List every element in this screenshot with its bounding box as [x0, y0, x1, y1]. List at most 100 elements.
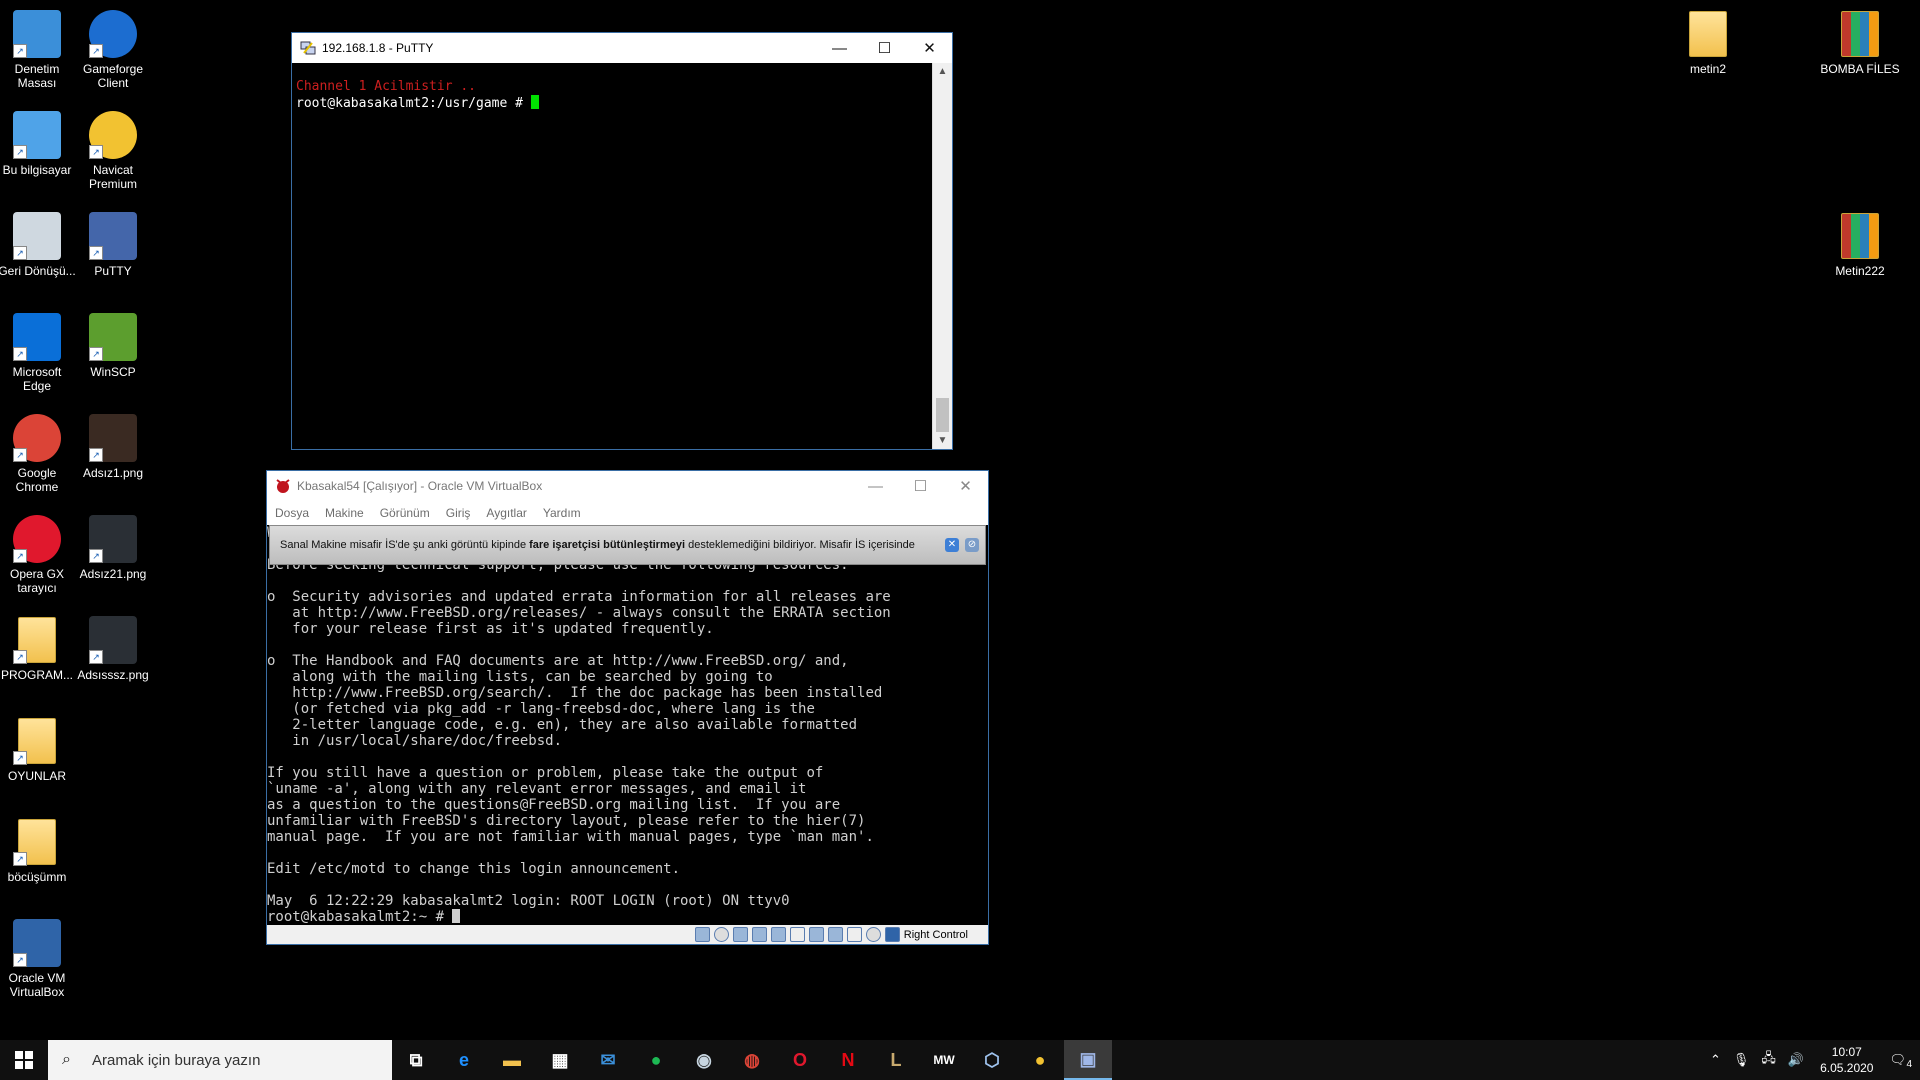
close-button[interactable]: ✕ [943, 471, 988, 501]
opera-icon[interactable]: O [776, 1040, 824, 1080]
virtualbox-window[interactable]: Kbasakal54 [Çalışıyor] - Oracle VM Virtu… [267, 471, 988, 944]
menu-item[interactable]: Yardım [543, 506, 581, 520]
app-glyph: ▦ [551, 1049, 569, 1070]
store-icon[interactable]: ▦ [536, 1040, 584, 1080]
league-icon[interactable]: L [872, 1040, 920, 1080]
start-button[interactable] [0, 1040, 48, 1080]
host-key-icon [884, 927, 900, 942]
chevron-up-icon[interactable]: ⌃ [1710, 1052, 1721, 1068]
putty-scrollbar[interactable]: ▲ ▼ [932, 63, 952, 449]
maximize-button[interactable]: ☐ [898, 471, 943, 501]
notice-text: Sanal Makine misafir İS'de şu anki görün… [280, 539, 530, 551]
console-line: If you still have a question or problem,… [267, 765, 824, 781]
notification-count: 4 [1906, 1059, 1912, 1070]
app-glyph: ▬ [503, 1049, 521, 1070]
virtualbox-icon[interactable]: ⬡ [968, 1040, 1016, 1080]
optical-drive-icon[interactable] [713, 927, 729, 942]
volume-icon[interactable]: 🔊 [1788, 1052, 1804, 1068]
menu-item[interactable]: Görünüm [380, 506, 430, 520]
notifications-icon[interactable]: 🗨 4 [1889, 1052, 1912, 1070]
console-line: May 6 12:22:29 kabasakalmt2 login: ROOT … [267, 893, 790, 909]
desktop-icon[interactable]: ↗ Geri Dönüşü... [0, 212, 77, 278]
desktop-icon-bomba-files[interactable]: BOMBA FİLES [1820, 10, 1900, 76]
desktop-icon-label: Adsısssz.png [77, 668, 149, 682]
menu-item[interactable]: Makine [325, 506, 364, 520]
menu-item[interactable]: Dosya [275, 506, 309, 520]
desktop-icon[interactable]: ↗ PuTTY [73, 212, 153, 278]
putty-titlebar[interactable]: 192.168.1.8 - PuTTY — ☐ ✕ [292, 33, 952, 63]
vm-console[interactable]: Welcome to FreeBSD!Before seeking techni… [267, 525, 988, 925]
archive-icon [1836, 10, 1884, 58]
desktop-icon[interactable]: ↗ böcüşümm [0, 818, 77, 884]
desktop-icon-metin2[interactable]: metin2 [1668, 10, 1748, 76]
desktop-icon[interactable]: ↗ Adsız21.png [73, 515, 153, 581]
maximize-button[interactable]: ☐ [862, 33, 907, 63]
chrome-icon[interactable]: ◍ [728, 1040, 776, 1080]
usb-icon[interactable] [770, 927, 786, 942]
desktop-icon[interactable]: ↗ WinSCP [73, 313, 153, 379]
mail-icon[interactable]: ✉ [584, 1040, 632, 1080]
task-view-icon[interactable]: ⧉ [392, 1040, 440, 1080]
app-glyph: N [841, 1049, 855, 1070]
menu-item[interactable]: Giriş [446, 506, 471, 520]
minimize-button[interactable]: — [853, 471, 898, 501]
scroll-thumb[interactable] [936, 398, 949, 432]
spotify-icon[interactable]: ● [632, 1040, 680, 1080]
clock[interactable]: 10:07 6.05.2020 [1820, 1044, 1873, 1076]
notice-close-icon[interactable]: ✕ [945, 538, 959, 552]
microphone-icon[interactable]: 🎙 [1733, 1052, 1750, 1068]
desktop-icon[interactable]: ↗ Navicat Premium [73, 111, 153, 191]
steam-icon[interactable]: ◉ [680, 1040, 728, 1080]
shortcut-arrow-icon: ↗ [13, 852, 27, 866]
file-explorer-icon[interactable]: ▬ [488, 1040, 536, 1080]
desktop-icon[interactable]: ↗ Denetim Masası [0, 10, 77, 90]
search-box[interactable]: ⌕ Aramak için buraya yazın [48, 1040, 392, 1080]
desktop-icon[interactable]: ↗ OYUNLAR [0, 717, 77, 783]
scroll-up-icon[interactable]: ▲ [933, 63, 952, 80]
network-icon[interactable] [751, 927, 767, 942]
menu-item[interactable]: Aygıtlar [486, 506, 526, 520]
display-icon[interactable] [808, 927, 824, 942]
desktop-icon[interactable]: ↗ Google Chrome [0, 414, 77, 494]
harddisk-icon[interactable] [694, 927, 710, 942]
mouse-integration-icon[interactable] [846, 927, 862, 942]
vbox-titlebar[interactable]: Kbasakal54 [Çalışıyor] - Oracle VM Virtu… [267, 471, 988, 501]
putty-icon[interactable]: ▣ [1064, 1040, 1112, 1080]
desktop-icon-metin222[interactable]: Metin222 [1820, 212, 1900, 278]
shortcut-arrow-icon: ↗ [89, 650, 103, 664]
recording-icon[interactable] [827, 927, 843, 942]
console-line: Edit /etc/motd to change this login anno… [267, 861, 681, 877]
edge-icon[interactable]: e [440, 1040, 488, 1080]
navicat-icon[interactable]: ● [1016, 1040, 1064, 1080]
desktop-icon[interactable]: ↗ PROGRAM... [0, 616, 77, 682]
notice-mute-icon[interactable]: ⊘ [965, 538, 979, 552]
audio-icon[interactable] [732, 927, 748, 942]
shortcut-arrow-icon: ↗ [89, 347, 103, 361]
app-glyph: L [890, 1049, 902, 1070]
desktop-icon[interactable]: ↗ Bu bilgisayar [0, 111, 77, 177]
desktop-icon[interactable]: ↗ Adsısssz.png [73, 616, 153, 682]
computer-icon: ↗ [13, 111, 61, 159]
scroll-down-icon[interactable]: ▼ [933, 432, 952, 449]
desktop-icon[interactable]: ↗ Adsız1.png [73, 414, 153, 480]
shared-folders-icon[interactable] [789, 927, 805, 942]
desktop-icon[interactable]: ↗ Opera GX tarayıcı [0, 515, 77, 595]
desktop-icon[interactable]: ↗ Microsoft Edge [0, 313, 77, 393]
network-icon[interactable]: 🖧 [1761, 1049, 1776, 1071]
shortcut-arrow-icon: ↗ [89, 145, 103, 159]
close-button[interactable]: ✕ [907, 33, 952, 63]
mw-icon[interactable]: MW [920, 1040, 968, 1080]
cpu-icon[interactable] [865, 927, 881, 942]
putty-terminal[interactable]: Channel 1 Acilmistir .. root@kabasakalmt… [292, 63, 933, 449]
putty-window[interactable]: 192.168.1.8 - PuTTY — ☐ ✕ Channel 1 Acil… [292, 33, 952, 449]
desktop-icon[interactable]: ↗ Gameforge Client [73, 10, 153, 90]
console-prompt: root@kabasakalmt2:~ # [267, 909, 453, 925]
minimize-button[interactable]: — [817, 33, 862, 63]
app-glyph: ✉ [600, 1049, 616, 1070]
desktop-icon[interactable]: ↗ Oracle VM VirtualBox [0, 919, 77, 999]
netflix-icon[interactable]: N [824, 1040, 872, 1080]
opera-icon: ↗ [13, 515, 61, 563]
search-icon: ⌕ [62, 1051, 71, 1068]
desktop-icon-label: WinSCP [90, 365, 136, 379]
